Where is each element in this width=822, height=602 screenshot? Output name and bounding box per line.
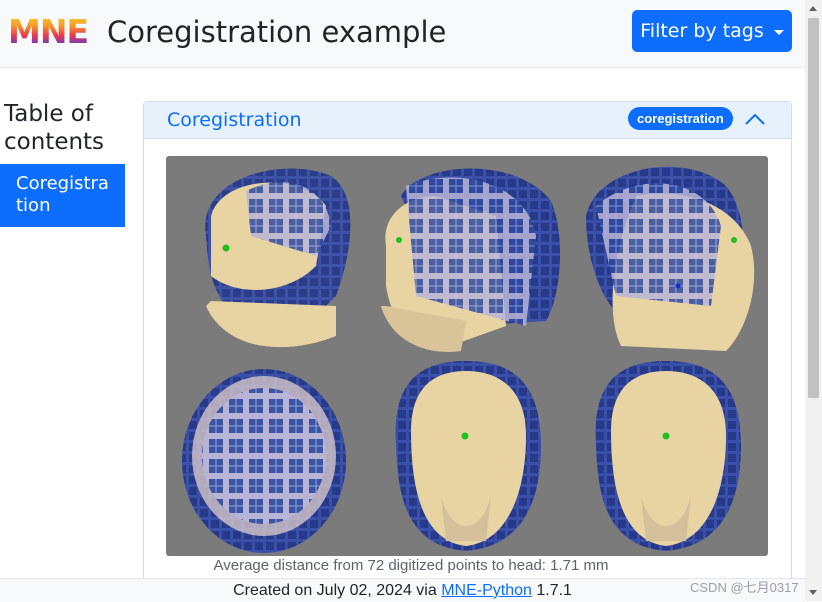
coregistration-figure xyxy=(166,156,768,556)
page-scrollbar[interactable] xyxy=(805,0,822,601)
chevron-up-icon[interactable] xyxy=(744,110,766,128)
head-view-left-side xyxy=(586,166,755,351)
tag-badge[interactable]: coregistration xyxy=(628,107,733,130)
toc-item-coregistration[interactable]: Coregistration xyxy=(0,164,125,227)
footer-prefix: Created on July 02, 2024 via xyxy=(233,582,442,599)
toc-title: Table of contents xyxy=(4,101,105,155)
filter-by-tags-button[interactable]: Filter by tags xyxy=(632,10,792,52)
head-view-front xyxy=(395,361,541,551)
caret-down-icon xyxy=(773,29,784,35)
top-navbar: MNE Coregistration example Filter by tag… xyxy=(0,0,805,68)
head-view-left-oblique xyxy=(205,168,351,348)
head-view-front-alt xyxy=(595,361,741,551)
scroll-up-arrow-icon[interactable] xyxy=(805,0,822,17)
filter-button-label: Filter by tags xyxy=(640,20,764,42)
footer-suffix: 1.7.1 xyxy=(531,582,572,599)
mne-python-link[interactable]: MNE-Python xyxy=(441,582,532,599)
head-renderings xyxy=(182,166,755,553)
watermark: CSDN @七月0317 xyxy=(690,580,799,595)
scrollbar-thumb[interactable] xyxy=(808,18,819,398)
section-card: Coregistration coregistration xyxy=(143,101,792,582)
page-title: Coregistration example xyxy=(107,15,447,49)
page-footer: Created on July 02, 2024 via MNE-Python … xyxy=(0,578,805,602)
head-view-right-side xyxy=(381,168,561,352)
section-card-header[interactable]: Coregistration coregistration xyxy=(144,102,791,139)
mne-logo[interactable]: MNE xyxy=(8,14,100,50)
scroll-down-arrow-icon[interactable] xyxy=(805,584,822,601)
figure-caption: Average distance from 72 digitized point… xyxy=(213,557,609,574)
logo-text: MNE xyxy=(8,12,89,51)
head-view-top xyxy=(182,369,346,553)
section-title[interactable]: Coregistration xyxy=(167,108,302,132)
